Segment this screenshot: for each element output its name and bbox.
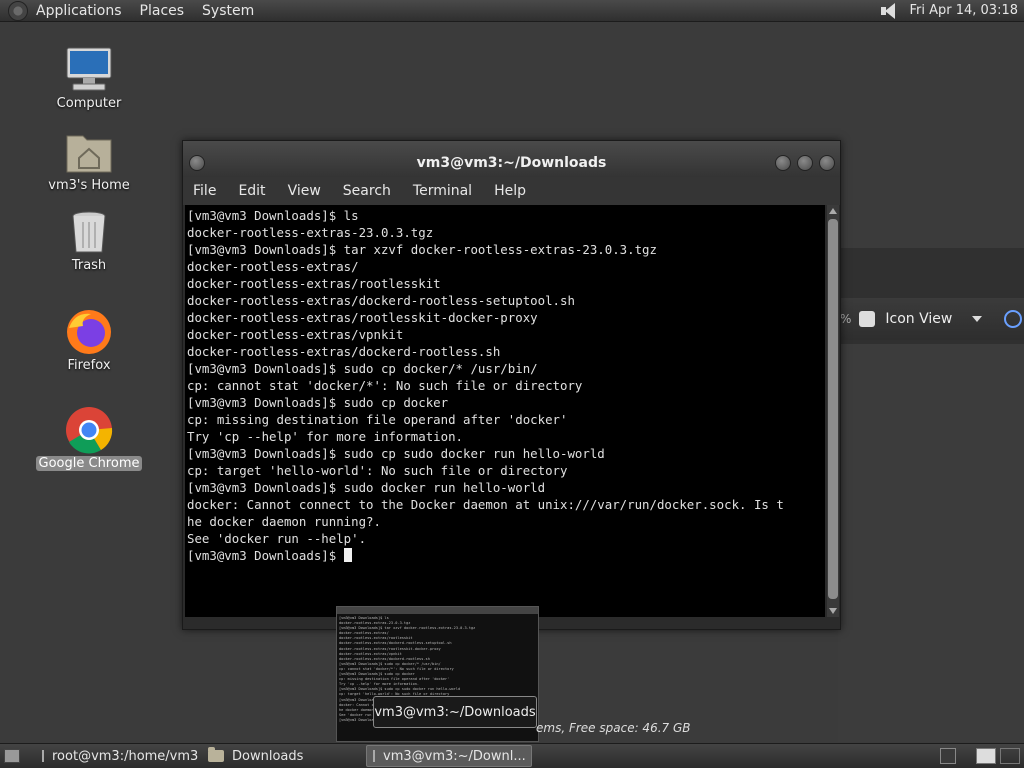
- terminal-scrollbar[interactable]: [827, 205, 839, 617]
- preview-menubar: [337, 607, 538, 614]
- gnome-foot-icon[interactable]: [8, 0, 28, 21]
- terminal-window[interactable]: vm3@vm3:~/Downloads File Edit View Searc…: [182, 140, 841, 630]
- taskbar-item-label: Downloads: [232, 748, 304, 764]
- view-mode-icon: [859, 311, 876, 327]
- clock[interactable]: Fri Apr 14, 03:18: [909, 3, 1018, 18]
- terminal-line: cp: cannot stat 'docker/*': No such file…: [187, 378, 583, 393]
- menu-file[interactable]: File: [193, 183, 216, 199]
- taskbar-item-root-terminal[interactable]: root@vm3:/home/vm3: [36, 745, 202, 767]
- search-icon[interactable]: [1004, 310, 1023, 328]
- menu-view[interactable]: View: [288, 183, 321, 199]
- bottom-panel: root@vm3:/home/vm3 Downloads vm3@vm3:~/D…: [0, 743, 1024, 768]
- terminal-line: docker-rootless-extras/dockerd-rootless.…: [187, 344, 501, 359]
- menu-search[interactable]: Search: [343, 183, 391, 199]
- chrome-icon: [61, 406, 117, 454]
- window-preview-tooltip: vm3@vm3:~/Downloads: [373, 696, 537, 728]
- terminal-line: docker-rootless-extras/rootlesskit: [187, 276, 441, 291]
- terminal-line: [vm3@vm3 Downloads]$ sudo cp docker: [187, 395, 449, 410]
- show-desktop-icon[interactable]: [4, 749, 20, 763]
- menu-system[interactable]: System: [200, 3, 256, 19]
- zoom-percent-fragment: %: [840, 312, 852, 326]
- terminal-line: [vm3@vm3 Downloads]$ tar xzvf docker-roo…: [187, 242, 657, 257]
- terminal-menubar: File Edit View Search Terminal Help: [183, 177, 840, 205]
- terminal-line: Try 'cp --help' for more information.: [187, 429, 464, 444]
- desktop-icon-computer[interactable]: Computer: [34, 46, 144, 111]
- scroll-thumb[interactable]: [828, 219, 838, 599]
- desktop-icon-label: Trash: [71, 258, 107, 273]
- firefox-icon: [61, 308, 117, 356]
- maximize-icon[interactable]: [797, 155, 813, 171]
- folder-icon: [208, 747, 224, 762]
- menu-edit[interactable]: Edit: [238, 183, 265, 199]
- terminal-line: cp: target 'hello-world': No such file o…: [187, 463, 568, 478]
- terminal-line: [vm3@vm3 Downloads]$ sudo docker run hel…: [187, 480, 546, 495]
- trash-applet-icon[interactable]: [940, 748, 956, 764]
- terminal-line: docker: Cannot connect to the Docker dae…: [187, 497, 784, 512]
- terminal-output[interactable]: [vm3@vm3 Downloads]$ ls docker-rootless-…: [185, 205, 825, 617]
- scroll-up-icon[interactable]: [829, 208, 837, 214]
- terminal-icon: [42, 750, 44, 762]
- desktop-icon-home[interactable]: vm3's Home: [34, 128, 144, 193]
- terminal-line: he docker daemon running?.: [187, 514, 381, 529]
- taskbar-item-vm3-terminal[interactable]: vm3@vm3:~/Downl...: [366, 745, 532, 767]
- taskbar-item-label: root@vm3:/home/vm3: [52, 748, 199, 764]
- menu-places[interactable]: Places: [138, 3, 187, 19]
- workspace-2[interactable]: [1000, 748, 1020, 764]
- desktop-icon-trash[interactable]: Trash: [34, 208, 144, 273]
- terminal-line: cp: missing destination file operand aft…: [187, 412, 568, 427]
- terminal-titlebar[interactable]: vm3@vm3:~/Downloads: [183, 141, 840, 177]
- file-browser-content[interactable]: [838, 344, 1024, 742]
- file-browser-toolbar: % Icon View: [838, 298, 1024, 340]
- window-title: vm3@vm3:~/Downloads: [416, 155, 607, 171]
- file-browser-window[interactable]: % Icon View: [838, 248, 1024, 742]
- terminal-line: docker-rootless-extras-23.0.3.tgz: [187, 225, 434, 240]
- menu-applications[interactable]: Applications: [34, 3, 124, 19]
- scroll-down-icon[interactable]: [829, 608, 837, 614]
- desktop-icon-label: Firefox: [67, 358, 111, 373]
- desktop-icon-label: vm3's Home: [48, 178, 130, 193]
- close-icon[interactable]: [819, 155, 835, 171]
- terminal-line: [vm3@vm3 Downloads]$: [187, 548, 344, 563]
- terminal-line: docker-rootless-extras/vpnkit: [187, 327, 404, 342]
- terminal-line: See 'docker run --help'.: [187, 531, 367, 546]
- menu-terminal[interactable]: Terminal: [413, 183, 472, 199]
- terminal-line: [vm3@vm3 Downloads]$ sudo cp docker/* /u…: [187, 361, 538, 376]
- terminal-line: docker-rootless-extras/: [187, 259, 359, 274]
- terminal-line: [vm3@vm3 Downloads]$ ls: [187, 208, 359, 223]
- desktop-icon-chrome[interactable]: Google Chrome: [34, 406, 144, 471]
- home-folder-icon: [61, 128, 117, 176]
- chevron-down-icon[interactable]: [972, 316, 983, 322]
- taskbar-item-label: vm3@vm3:~/Downl...: [383, 748, 526, 764]
- terminal-line: [vm3@vm3 Downloads]$ sudo cp sudo docker…: [187, 446, 605, 461]
- desktop-icon-label: Computer: [56, 96, 122, 111]
- view-mode-select[interactable]: Icon View: [885, 311, 952, 327]
- terminal-icon: [373, 750, 375, 762]
- desktop-icon-firefox[interactable]: Firefox: [34, 308, 144, 373]
- workspace-switcher: [940, 746, 1024, 766]
- terminal-line: docker-rootless-extras/dockerd-rootless-…: [187, 293, 575, 308]
- terminal-line: docker-rootless-extras/rootlesskit-docke…: [187, 310, 538, 325]
- workspace-1[interactable]: [976, 748, 996, 764]
- computer-icon: [61, 46, 117, 94]
- terminal-text: [vm3@vm3 Downloads]$ ls docker-rootless-…: [185, 205, 825, 564]
- volume-icon[interactable]: [879, 2, 901, 20]
- file-browser-status: ems, Free space: 46.7 GB: [536, 721, 691, 735]
- terminal-cursor: [343, 548, 352, 562]
- minimize-icon[interactable]: [775, 155, 791, 171]
- trash-icon: [61, 208, 117, 256]
- desktop-icon-label: Google Chrome: [35, 456, 143, 471]
- menu-help[interactable]: Help: [494, 183, 526, 199]
- top-panel: Applications Places System Fri Apr 14, 0…: [0, 0, 1024, 22]
- taskbar-item-downloads[interactable]: Downloads: [202, 745, 366, 767]
